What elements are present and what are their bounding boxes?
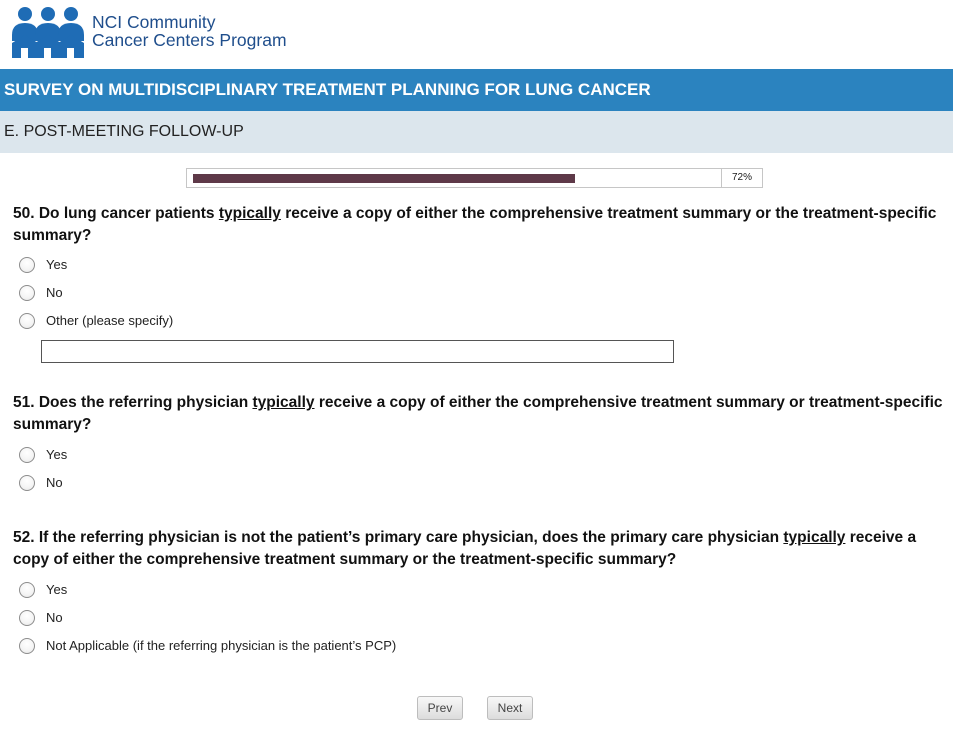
progress-fill [193,174,575,183]
nci-logo: NCI Community Cancer Centers Program [10,5,310,60]
question-52-text-start: 52. If the referring physician is not th… [13,529,784,546]
question-50: 50. Do lung cancer patients typically re… [13,203,943,247]
q52-not-applicable-label[interactable]: Not Applicable (if the referring physici… [46,638,396,653]
q50-other-label[interactable]: Other (please specify) [46,313,173,328]
q50-yes-label[interactable]: Yes [46,257,67,272]
logo-text: NCI Community Cancer Centers Program [92,13,287,49]
q50-no-label[interactable]: No [46,285,63,300]
people-logo-icon [12,7,84,58]
section-title: E. POST-MEETING FOLLOW-UP [0,111,953,153]
progress-track [193,174,723,183]
q50-other-radio[interactable] [19,313,35,329]
progress-percent: 72% [721,169,762,187]
q52-no-radio[interactable] [19,610,35,626]
question-52: 52. If the referring physician is not th… [13,527,943,571]
prev-button[interactable]: Prev [417,696,463,720]
next-button[interactable]: Next [487,696,533,720]
q52-no-label[interactable]: No [46,610,63,625]
q51-yes-radio[interactable] [19,447,35,463]
q51-yes-label[interactable]: Yes [46,447,67,462]
q51-no-radio[interactable] [19,475,35,491]
q51-no-label[interactable]: No [46,475,63,490]
question-51-emphasis: typically [252,394,315,411]
q50-yes-radio[interactable] [19,257,35,273]
q50-no-radio[interactable] [19,285,35,301]
question-52-emphasis: typically [783,529,846,546]
question-51-text-start: 51. Does the referring physician [13,394,253,411]
question-50-text-start: 50. Do lung cancer patients [13,205,219,222]
question-50-emphasis: typically [218,205,281,222]
q52-yes-label[interactable]: Yes [46,582,67,597]
question-51: 51. Does the referring physician typical… [13,392,943,436]
q50-other-specify-input[interactable] [41,340,674,363]
q52-not-applicable-radio[interactable] [19,638,35,654]
progress-bar: 72% [186,168,763,188]
q52-yes-radio[interactable] [19,582,35,598]
logo-line-2: Cancer Centers Program [92,30,287,50]
logo-line-1: NCI Community [92,12,216,32]
survey-title: SURVEY ON MULTIDISCIPLINARY TREATMENT PL… [0,69,953,111]
